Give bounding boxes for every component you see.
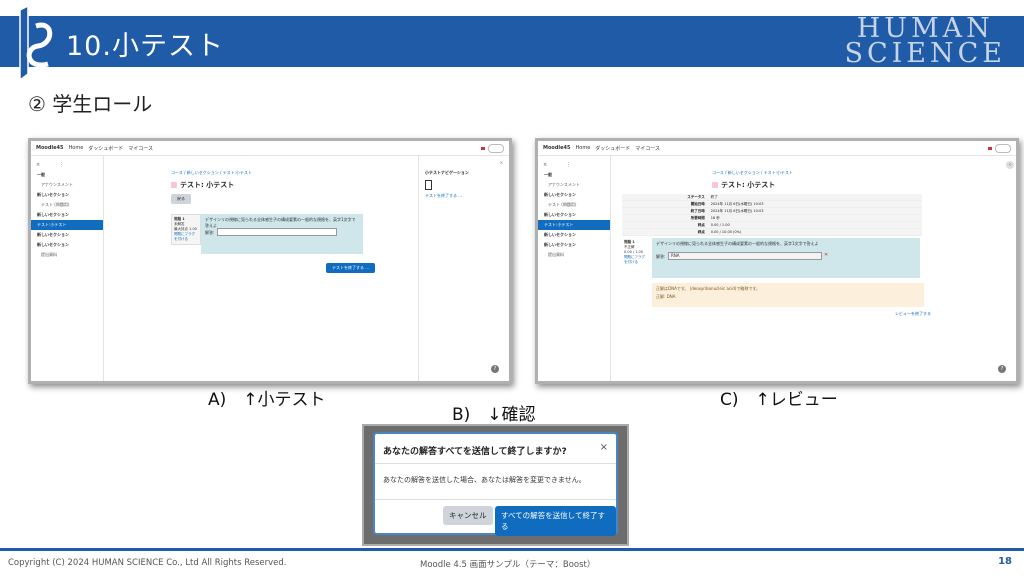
table-row: 評点 0.00 / 1.00 bbox=[622, 221, 922, 229]
answer-label: 解答: bbox=[656, 254, 666, 259]
question-info: 問題 1 未解答 最大評点 1.00 問題にフラグを付ける bbox=[171, 214, 201, 245]
brand-line-2: SCIENCE bbox=[844, 38, 1006, 69]
page-title: テスト: 小テスト bbox=[712, 180, 775, 190]
sidebar-item[interactable]: 一般 bbox=[31, 170, 103, 180]
quiz-icon bbox=[171, 182, 177, 188]
notification-icon[interactable] bbox=[988, 146, 992, 150]
table-row: 終了日時 2024年 11月 6日(水曜日) 10:03 bbox=[622, 207, 922, 215]
breadcrumb[interactable]: コース / 新しいセクション / テスト:小テスト bbox=[171, 170, 252, 176]
answer-input: RNA bbox=[668, 252, 822, 260]
notification-icon[interactable] bbox=[481, 146, 485, 150]
question-box: デザインリの視線に見られる全体感生子の構成要素の一般的な規格を、英字1文字で答え… bbox=[201, 214, 363, 254]
submit-all-button[interactable]: すべての解答を送信して終了する bbox=[495, 506, 616, 536]
question-text: デザインリの視線に見られる全体感生子の構成要素の一般的な規格を、英字1文字で答え… bbox=[656, 241, 819, 246]
review-main: コース / 新しいセクション / テスト:小テスト テスト: 小テスト ステータ… bbox=[612, 156, 1016, 381]
answer-label: 解答: bbox=[205, 230, 215, 235]
sidebar-item-active[interactable]: テスト:小テスト bbox=[31, 220, 103, 230]
caption-a: A) ↑小テスト bbox=[208, 390, 326, 410]
sidebar-item-active[interactable]: テスト:小テスト bbox=[538, 220, 610, 230]
moodle-topbar: Moodle45 Home ダッシュボード マイコース bbox=[538, 141, 1016, 156]
close-icon[interactable]: × bbox=[600, 442, 608, 453]
page-number: 18 bbox=[998, 556, 1012, 567]
footer-line bbox=[0, 548, 1024, 551]
sidebar-item[interactable]: テスト (問題用) bbox=[538, 200, 610, 210]
open-drawer-icon[interactable]: ‹ bbox=[1006, 161, 1014, 169]
finish-review-link[interactable]: レビューを終了する bbox=[895, 311, 931, 317]
table-row: 評点 0.00 / 10.00 (0%) bbox=[622, 228, 922, 236]
logo-icon bbox=[19, 4, 53, 82]
footer-copyright: Copyright (C) 2024 HUMAN SCIENCE Co., Lt… bbox=[8, 558, 287, 568]
nav-mycourses[interactable]: マイコース bbox=[635, 145, 660, 152]
table-row: 所要時間 16 秒 bbox=[622, 214, 922, 222]
nav-dashboard[interactable]: ダッシュボード bbox=[88, 145, 123, 152]
question-nav-button[interactable] bbox=[425, 180, 432, 190]
incorrect-icon: ✕ bbox=[824, 252, 829, 258]
confirm-dialog: あなたの解答すべてを送信して終了しますか? × あなたの解答を送信した場合、あな… bbox=[373, 432, 618, 536]
avatar[interactable] bbox=[995, 143, 1011, 153]
dialog-screenshot: あなたの解答すべてを送信して終了しますか? × あなたの解答を送信した場合、あな… bbox=[362, 424, 629, 546]
feedback-box: 正解はDNAです。 (deoxyribonucleic acid)で略称です。 … bbox=[652, 283, 924, 307]
flag-question-link[interactable]: 問題にフラグを付ける bbox=[174, 232, 198, 242]
sidebar-item[interactable]: 新しいセクション bbox=[538, 190, 610, 200]
sidebar-item[interactable]: 提出資料 bbox=[538, 250, 610, 260]
sidebar-item[interactable]: 新しいセクション bbox=[538, 240, 610, 250]
sidebar-item[interactable]: 新しいセクション bbox=[538, 230, 610, 240]
sidebar-item[interactable]: 新しいセクション bbox=[31, 190, 103, 200]
moodle-site-name[interactable]: Moodle45 bbox=[543, 145, 571, 151]
quiz-nav-title: 小テストナビゲーション bbox=[425, 170, 469, 175]
sidebar-item[interactable]: アナウンスメント bbox=[538, 180, 610, 190]
nav-mycourses[interactable]: マイコース bbox=[128, 145, 153, 152]
nav-home[interactable]: Home bbox=[576, 145, 591, 151]
feedback-general: 正解はDNAです。 (deoxyribonucleic acid)で略称です。 bbox=[656, 286, 760, 291]
brand-logo-text: HUMAN SCIENCE bbox=[844, 15, 1006, 69]
nav-dashboard[interactable]: ダッシュボード bbox=[595, 145, 630, 152]
table-row: 開始日時 2024年 11月 6日(水曜日) 10:03 bbox=[622, 200, 922, 208]
sidebar-item[interactable]: 提出資料 bbox=[31, 250, 103, 260]
dialog-body: あなたの解答を送信した場合、あなたは解答を変更できません。 bbox=[383, 476, 586, 484]
slide-title: 10.小テスト bbox=[66, 31, 224, 62]
sidebar-item[interactable]: 新しいセクション bbox=[31, 240, 103, 250]
close-icon[interactable]: × bbox=[425, 160, 503, 165]
back-button[interactable]: 戻る bbox=[171, 194, 191, 204]
dialog-title: あなたの解答すべてを送信して終了しますか? bbox=[383, 447, 567, 457]
sidebar-item[interactable]: 新しいセクション bbox=[538, 210, 610, 220]
divider bbox=[375, 463, 616, 464]
divider bbox=[375, 499, 616, 500]
moodle-topbar: Moodle45 Home ダッシュボード マイコース bbox=[31, 141, 509, 156]
question-info: 問題 1 不正解 0.00 / 1.00 問題にフラグを付ける bbox=[622, 238, 650, 267]
feedback-right-answer: 正解: DNA bbox=[656, 294, 676, 299]
course-index: × ⋮ 一般 アナウンスメント 新しいセクション テスト (問題用) 新しいセク… bbox=[538, 156, 611, 381]
help-icon[interactable]: ? bbox=[998, 365, 1006, 373]
sidebar-item[interactable]: 新しいセクション bbox=[31, 230, 103, 240]
screenshot-quiz: Moodle45 Home ダッシュボード マイコース × ⋮ 一般 アナウンス… bbox=[28, 138, 512, 384]
nav-home[interactable]: Home bbox=[69, 145, 84, 151]
question-box: デザインリの視線に見られる全体感生子の構成要素の一般的な規格を、英字1文字で答え… bbox=[652, 238, 920, 278]
page-title: テスト: 小テスト bbox=[171, 180, 234, 190]
caption-b: B) ↓確認 bbox=[452, 405, 536, 425]
flag-question-link[interactable]: 問題にフラグを付ける bbox=[624, 255, 648, 265]
sidebar-item[interactable]: 新しいセクション bbox=[31, 210, 103, 220]
sidebar-item[interactable]: テスト (問題用) bbox=[31, 200, 103, 210]
footer-description: Moodle 4.5 画面サンプル（テーマ：Boost） bbox=[420, 560, 596, 570]
caption-c: C) ↑レビュー bbox=[720, 390, 838, 410]
screenshot-review: Moodle45 Home ダッシュボード マイコース × ⋮ 一般 アナウンス… bbox=[535, 138, 1019, 384]
answer-input[interactable] bbox=[217, 228, 337, 236]
avatar[interactable] bbox=[488, 143, 504, 153]
section-subtitle: ② 学生ロール bbox=[28, 92, 153, 116]
sidebar-item[interactable]: アナウンスメント bbox=[31, 180, 103, 190]
breadcrumb[interactable]: コース / 新しいセクション / テスト:小テスト bbox=[712, 170, 793, 176]
moodle-site-name[interactable]: Moodle45 bbox=[36, 145, 64, 151]
course-index: × ⋮ 一般 アナウンスメント 新しいセクション テスト (問題用) 新しいセク… bbox=[31, 156, 104, 381]
help-icon[interactable]: ? bbox=[491, 365, 499, 373]
close-drawer-icon[interactable]: × ⋮ bbox=[538, 160, 610, 170]
quiz-navigation-panel: × 小テストナビゲーション テストを終了する ... bbox=[418, 156, 509, 381]
finish-attempt-button[interactable]: テストを終了する ... bbox=[326, 263, 376, 273]
quiz-icon bbox=[712, 182, 718, 188]
review-summary-table: ステータス 終了 開始日時 2024年 11月 6日(水曜日) 10:03 終了日時… bbox=[622, 194, 922, 236]
cancel-button[interactable]: キャンセル bbox=[443, 506, 493, 525]
sidebar-item[interactable]: 一般 bbox=[538, 170, 610, 180]
close-drawer-icon[interactable]: × ⋮ bbox=[31, 160, 103, 170]
finish-attempt-link[interactable]: テストを終了する ... bbox=[425, 193, 503, 199]
